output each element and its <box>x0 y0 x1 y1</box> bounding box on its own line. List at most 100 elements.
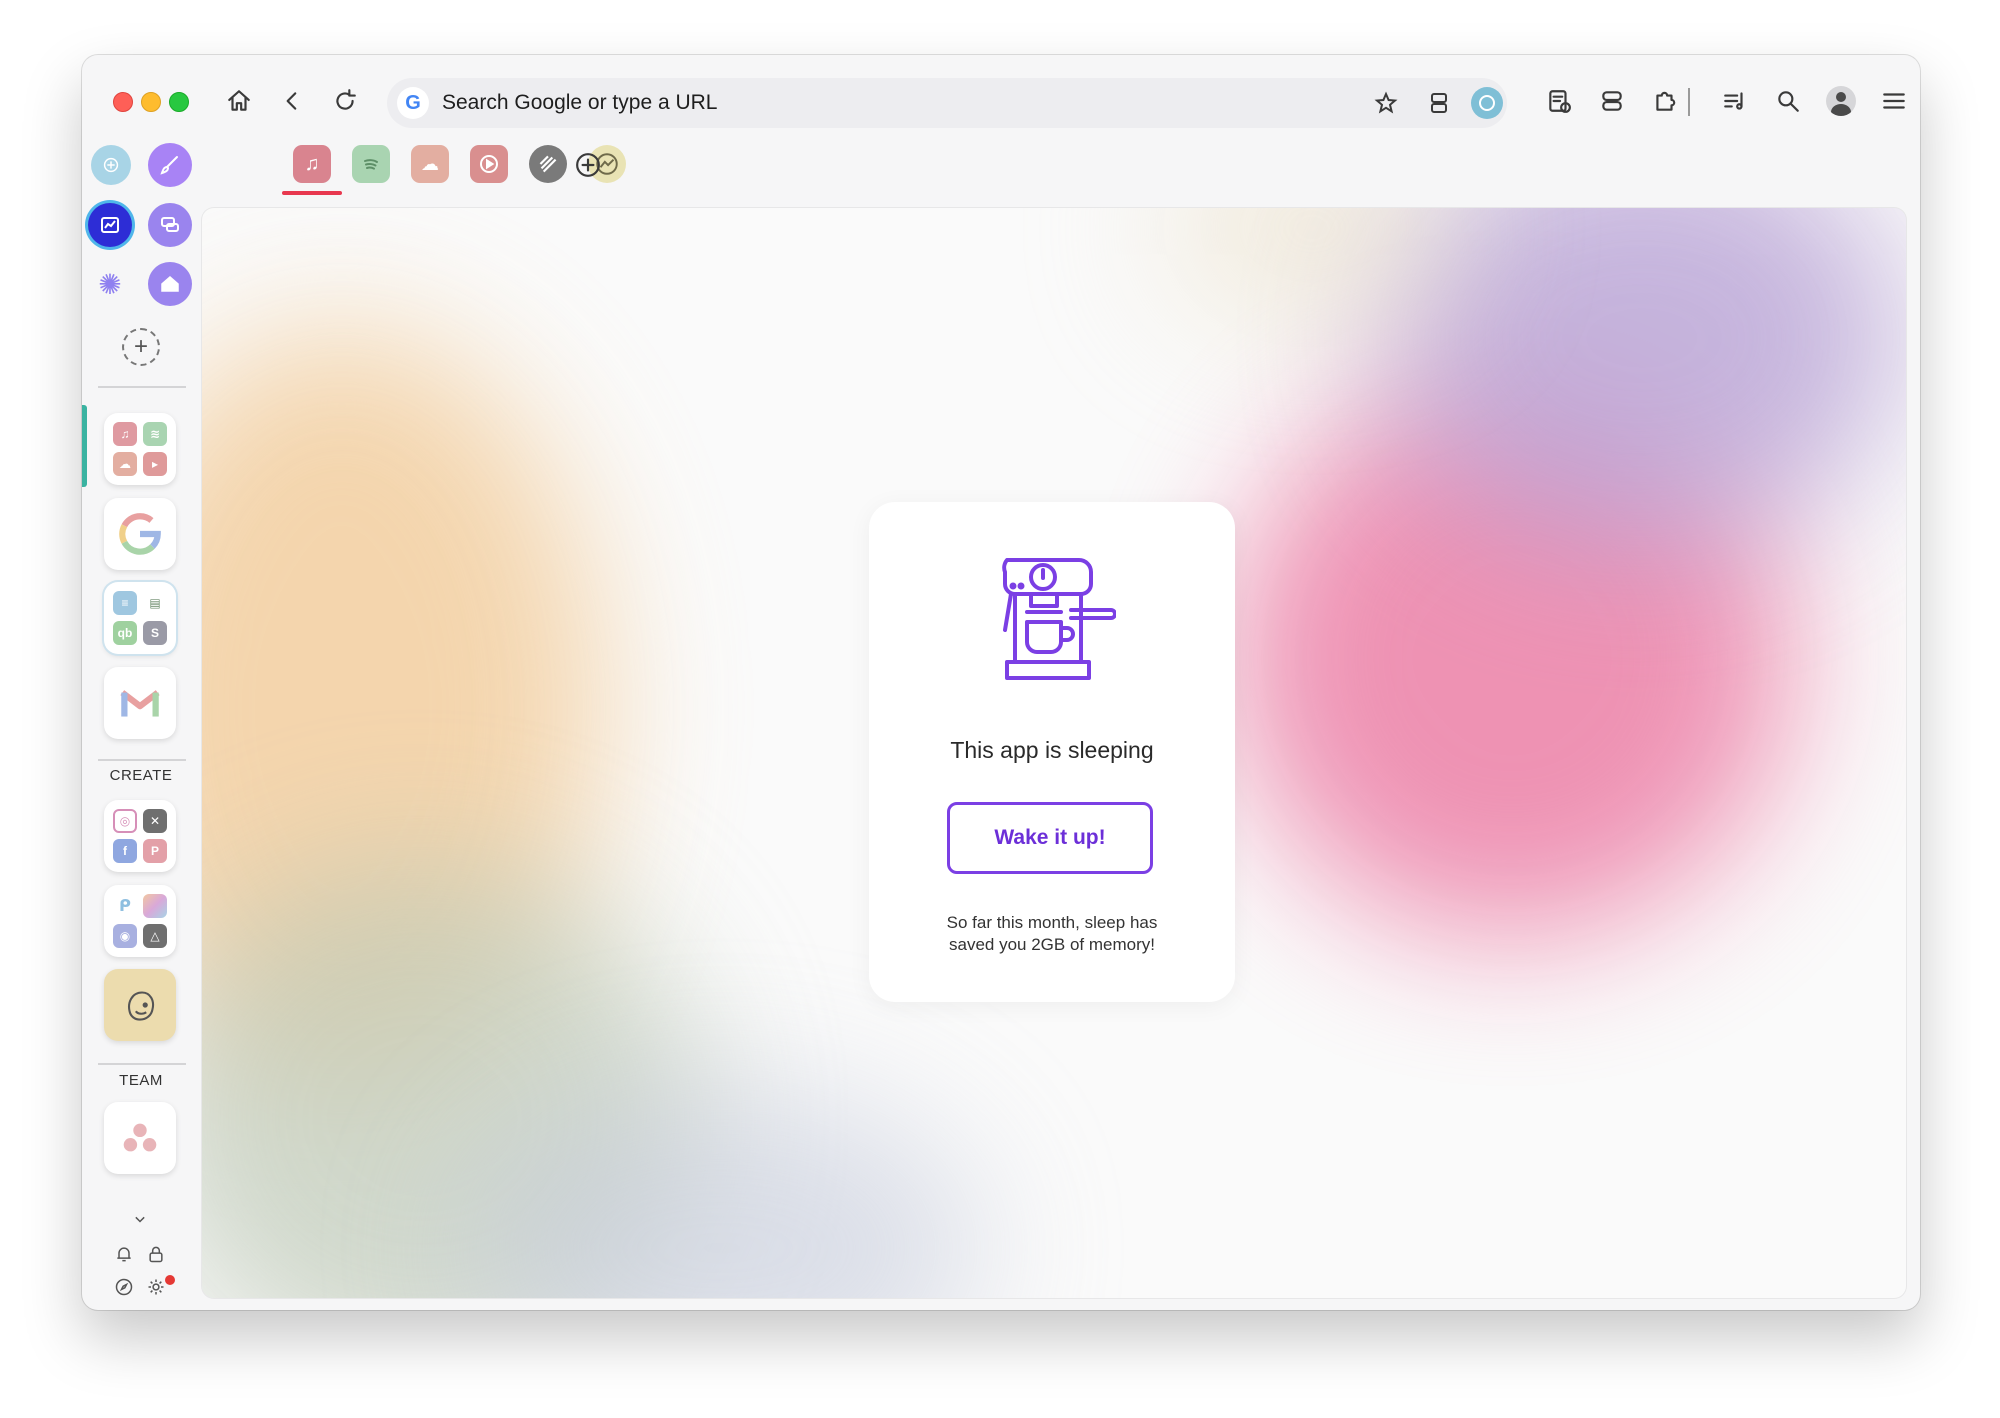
sleep-card: This app is sleeping Wake it up! So far … <box>869 502 1235 1002</box>
close-window-button[interactable] <box>113 92 133 112</box>
media-control-button[interactable] <box>1715 81 1755 121</box>
sidebar-app-google[interactable] <box>104 498 176 570</box>
compass-icon <box>115 1278 133 1296</box>
hamburger-icon <box>1883 93 1905 109</box>
picsart-mini-icon: ᑭ <box>113 894 137 918</box>
quickbooks-mini-icon: qb <box>113 621 137 645</box>
search-icon <box>1778 91 1799 112</box>
app-tab-youtube-music[interactable] <box>470 145 508 183</box>
sidebar-section-team: TEAM <box>119 1072 163 1089</box>
app-tab-spotify[interactable] <box>352 145 390 183</box>
workspaces-button[interactable] <box>1592 81 1632 121</box>
browser-window: G Search Google or type a URL ♫ ☁ ✺ + ♫ … <box>82 55 1920 1310</box>
sidebar-group-social[interactable]: ◎ ✕ f P <box>104 800 176 872</box>
notifications-button[interactable] <box>113 1243 135 1265</box>
asana-icon <box>123 1123 157 1152</box>
soundcloud-mini-icon: ☁ <box>113 452 137 476</box>
address-bar-placeholder: Search Google or type a URL <box>442 91 718 114</box>
spotify-mini-icon: ≋ <box>143 422 167 446</box>
sidebar-divider <box>98 759 186 761</box>
settings-notification-badge <box>165 1275 175 1285</box>
sheets-mini-icon: ▤ <box>143 591 167 615</box>
sidebar-add-app-button[interactable]: + <box>122 328 160 366</box>
google-g-icon <box>119 513 161 555</box>
instagram-mini-icon: ◎ <box>113 809 137 833</box>
toolbar-divider <box>1688 88 1690 116</box>
sidebar-app-home[interactable] <box>148 262 192 306</box>
minimize-window-button[interactable] <box>141 92 161 112</box>
back-button[interactable] <box>272 81 312 121</box>
affinity-mini-icon: △ <box>143 924 167 948</box>
extension-avatar-icon[interactable] <box>1471 87 1503 119</box>
avatar <box>1826 86 1856 116</box>
chatgpt-icon <box>103 157 119 173</box>
discover-button[interactable] <box>113 1276 135 1298</box>
sidebar-section-create: CREATE <box>109 767 173 784</box>
spotify-icon <box>364 159 378 170</box>
app-content-area: This app is sleeping Wake it up! So far … <box>202 208 1906 1298</box>
sidebar-app-messages[interactable] <box>148 203 192 247</box>
chart-line-icon <box>101 217 119 233</box>
sidebar-app-claude[interactable]: ✺ <box>88 262 132 306</box>
reading-list-button[interactable] <box>1539 81 1579 121</box>
lock-button[interactable] <box>145 1243 167 1265</box>
sidebar-active-indicator <box>82 405 87 487</box>
address-bar[interactable]: G Search Google or type a URL <box>387 78 1507 128</box>
chevron-left-icon <box>286 92 297 110</box>
sidebar-app-gmail[interactable] <box>104 667 176 739</box>
reading-list-icon <box>1549 90 1571 113</box>
home-icon <box>228 90 250 111</box>
reload-button[interactable] <box>325 81 365 121</box>
sidebar-expand-button[interactable] <box>129 1208 151 1230</box>
gradient-app-mini-icon <box>143 894 167 918</box>
reload-icon <box>336 89 356 110</box>
stripes-icon <box>539 155 557 173</box>
coffee-machine-icon <box>1002 558 1116 680</box>
stack-icon <box>1602 91 1622 111</box>
sleep-card-note: So far this month, sleep has saved you 2… <box>899 912 1205 956</box>
menu-button[interactable] <box>1874 81 1914 121</box>
house-person-icon <box>161 276 179 292</box>
music-note-icon: ♫ <box>304 152 320 175</box>
sidebar-group-music[interactable]: ♫ ≋ ☁ ▸ <box>104 413 176 485</box>
xero-mini-icon: ≡ <box>113 591 137 615</box>
active-tab-indicator <box>282 191 342 195</box>
apple-music-mini-icon: ♫ <box>113 422 137 446</box>
gear-icon <box>148 1279 164 1295</box>
extensions-button[interactable] <box>1645 81 1685 121</box>
settings-button[interactable] <box>145 1276 167 1298</box>
music-queue-icon <box>1724 92 1743 110</box>
play-circle-icon <box>480 155 498 173</box>
sidebar-app-mailchimp[interactable] <box>104 969 176 1041</box>
plus-circle-icon <box>576 153 600 177</box>
sidebar-group-creative[interactable]: ᑭ ◉ △ <box>104 885 176 957</box>
chat-bubbles-icon <box>161 217 179 232</box>
profile-button[interactable] <box>1821 81 1861 121</box>
maximize-window-button[interactable] <box>169 92 189 112</box>
home-button[interactable] <box>219 81 259 121</box>
search-button[interactable] <box>1768 81 1808 121</box>
wake-up-button[interactable]: Wake it up! <box>947 802 1153 874</box>
x-mini-icon: ✕ <box>143 809 167 833</box>
youtube-music-mini-icon: ▸ <box>143 452 167 476</box>
app-tab-design[interactable] <box>148 143 192 187</box>
bookmark-star-icon[interactable] <box>1370 87 1402 119</box>
sleep-card-title: This app is sleeping <box>950 737 1154 763</box>
add-app-tab-button[interactable] <box>568 145 608 185</box>
sidebar-app-asana[interactable] <box>104 1102 176 1174</box>
app-tab-soundcloud[interactable]: ☁ <box>411 145 449 183</box>
app-tab-apple-music[interactable]: ♫ <box>293 145 331 183</box>
stripe-mini-icon: S <box>143 621 167 645</box>
brush-icon <box>160 156 178 175</box>
sidebar-divider <box>98 1063 186 1065</box>
app-tab-podcasts[interactable] <box>529 145 567 183</box>
sidebar-group-work[interactable]: ≡ ▤ qb S <box>104 582 176 654</box>
app-tab-chatgpt[interactable] <box>91 145 131 185</box>
sidebar-divider <box>98 386 186 388</box>
gmail-icon <box>120 690 160 717</box>
circle-app-mini-icon: ◉ <box>113 924 137 948</box>
split-view-icon[interactable] <box>1423 87 1455 119</box>
sidebar-app-analytics[interactable] <box>88 203 132 247</box>
puzzle-icon <box>1656 91 1676 111</box>
facebook-mini-icon: f <box>113 839 137 863</box>
